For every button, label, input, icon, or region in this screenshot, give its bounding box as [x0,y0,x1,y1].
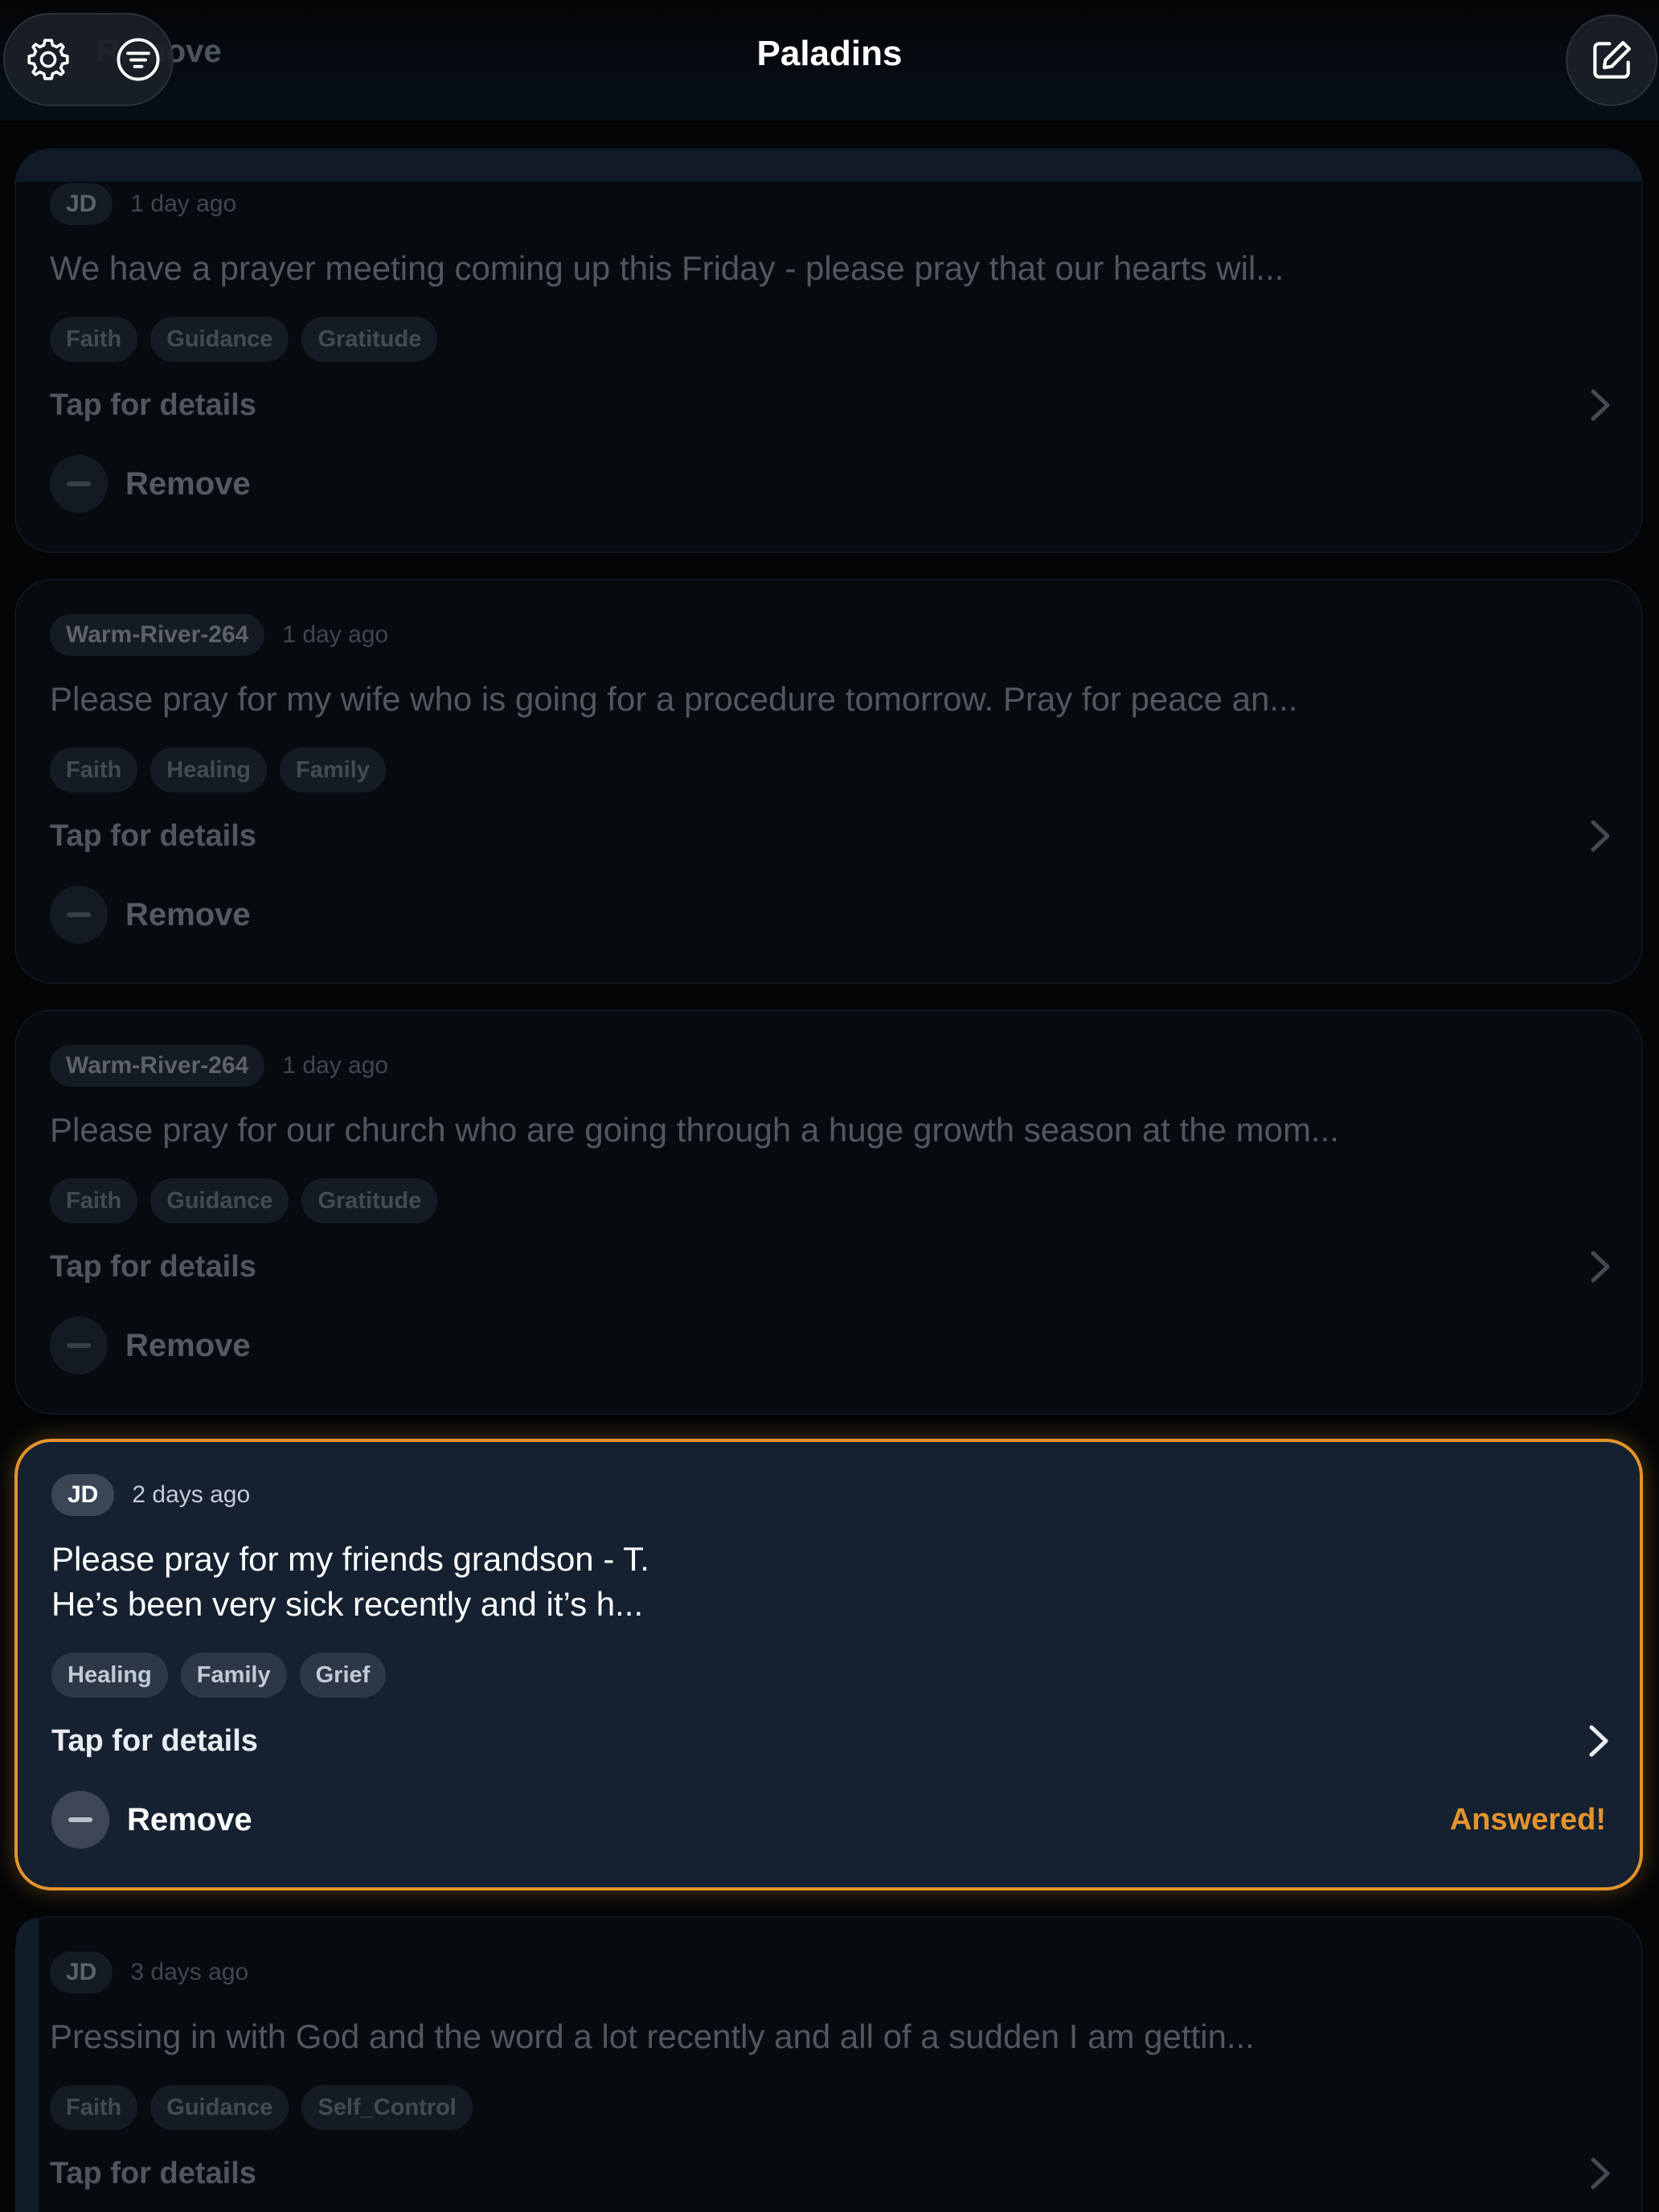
tag: Gratitude [301,317,438,362]
compose-icon [1593,40,1632,79]
top-nav-bar: Remove Paladins [0,0,1659,121]
card-actions: Remove [50,886,1608,944]
card-meta: JD 2 days ago [51,1473,250,1518]
details-label: Tap for details [50,387,256,422]
tap-for-details-row[interactable]: Tap for details [50,1243,1612,1291]
compose-button[interactable] [1566,14,1657,106]
tag: Faith [50,748,138,793]
page-title: Paladins [756,34,903,73]
tag: Healing [150,748,268,793]
tag: Gratitude [301,1178,438,1223]
card-meta: JD 1 day ago [50,182,236,227]
answered-status: Answered! [1449,1802,1606,1837]
timestamp: 3 days ago [130,1959,249,1985]
card-meta: Warm-River-264 1 day ago [50,612,388,657]
card-accent-bar [16,1918,39,2212]
prayer-card[interactable]: JD 1 day ago We have a prayer meeting co… [14,148,1643,553]
chevron-right-icon [1591,2157,1610,2189]
prayer-text: Pressing in with God and the word a lot … [50,2017,1255,2055]
prayer-text: We have a prayer meeting coming up this … [50,249,1284,287]
prayer-card-answered[interactable]: JD 2 days ago Please pray for my friends… [14,1439,1643,1890]
tag: Family [180,1653,287,1698]
tap-for-details-row[interactable]: Tap for details [51,1717,1611,1765]
prayer-feed-screen: JD 1 day ago We have a prayer meeting co… [0,0,1659,2212]
chevron-right-icon [1591,820,1610,852]
author-badge: Warm-River-264 [50,1045,265,1087]
remove-button[interactable]: Remove [50,886,251,944]
chevron-right-icon [1591,1251,1610,1283]
remove-button[interactable]: Remove [51,1791,252,1849]
card-actions: Remove [50,1317,1608,1374]
remove-button[interactable]: Remove [50,455,251,513]
tag-list: Faith Guidance Self_Control [50,2085,473,2130]
tag: Guidance [150,1178,289,1223]
tag: Family [280,748,386,793]
details-label: Tap for details [51,1723,258,1758]
details-label: Tap for details [50,2156,256,2190]
tag-list: Faith Guidance Gratitude [50,317,438,362]
author-badge: Warm-River-264 [50,614,265,656]
timestamp: 1 day ago [130,190,237,217]
remove-label: Remove [125,1327,251,1363]
tag: Faith [50,317,138,362]
tag-list: Faith Guidance Gratitude [50,1178,438,1223]
prayer-text: Please pray for my wife who is going for… [50,680,1298,718]
details-label: Tap for details [50,818,256,853]
minus-icon [50,886,108,944]
timestamp: 1 day ago [282,621,389,648]
tag: Guidance [150,2085,289,2130]
prayer-text: Please pray for our church who are going… [50,1111,1339,1149]
card-meta: JD 3 days ago [50,1950,248,1995]
card-actions: Remove Answered! [51,1791,1606,1849]
tag: Healing [51,1653,168,1698]
prayer-card[interactable]: Warm-River-264 1 day ago Please pray for… [14,1010,1643,1415]
tag: Grief [299,1653,387,1698]
remove-label: Remove [127,1801,252,1837]
card-meta: Warm-River-264 1 day ago [50,1043,388,1088]
author-badge: JD [50,1952,113,1993]
tap-for-details-row[interactable]: Tap for details [50,812,1612,860]
card-actions: Remove [50,455,1608,513]
author-badge: JD [50,183,113,225]
tag: Faith [50,1178,138,1223]
chevron-right-icon [1589,1725,1608,1757]
chevron-right-icon [1591,389,1610,421]
tap-for-details-row[interactable]: Tap for details [50,2149,1612,2198]
tag-list: Faith Healing Family [50,748,386,793]
timestamp: 2 days ago [132,1481,251,1508]
timestamp: 1 day ago [282,1052,389,1079]
details-label: Tap for details [50,1249,256,1284]
minus-icon [50,1317,108,1374]
tag: Guidance [150,317,289,362]
remove-label: Remove [125,465,251,502]
tag: Self_Control [301,2085,473,2130]
tap-for-details-row[interactable]: Tap for details [50,381,1612,429]
tag-list: Healing Family Grief [51,1653,387,1698]
remove-button[interactable]: Remove [50,1317,251,1374]
prayer-text: Please pray for my friends grandson - T.… [51,1540,649,1623]
prayer-card[interactable]: JD 3 days ago Pressing in with God and t… [14,1916,1643,2212]
minus-icon [51,1791,109,1849]
remove-label: Remove [125,896,251,932]
card-top-strip [16,150,1641,182]
author-badge: JD [51,1474,115,1516]
tag: Faith [50,2085,138,2130]
prayer-card[interactable]: Warm-River-264 1 day ago Please pray for… [14,579,1643,984]
minus-icon [50,455,108,513]
